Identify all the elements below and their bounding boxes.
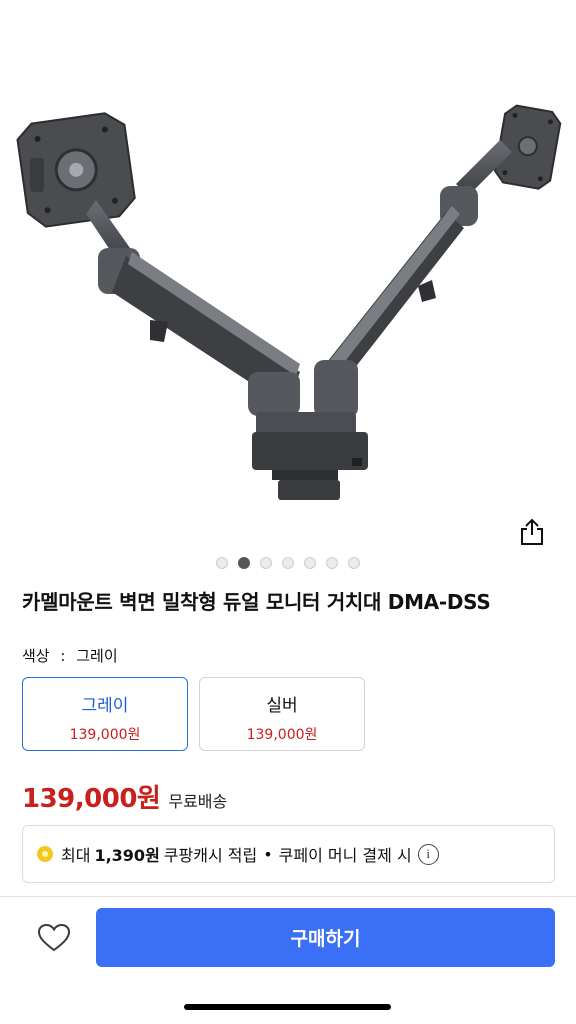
heart-icon xyxy=(37,923,71,952)
info-icon[interactable]: i xyxy=(417,843,439,865)
product-image[interactable] xyxy=(0,0,576,548)
option-gray[interactable]: 그레이 139,000원 xyxy=(22,677,188,751)
option-label: 색상 : 그레이 xyxy=(22,645,118,666)
home-indicator[interactable] xyxy=(184,1004,391,1010)
carousel-dot[interactable] xyxy=(238,557,250,569)
cash-reward-box: 최대 1,390원 쿠팡캐시 적립 • 쿠페이 머니 결제 시 i xyxy=(22,825,555,883)
buy-button[interactable]: 구매하기 xyxy=(96,908,555,967)
cash-bullet: • xyxy=(263,844,273,864)
bottom-divider xyxy=(0,896,576,897)
cash-prefix: 최대 xyxy=(61,846,91,865)
dual-monitor-arm-image xyxy=(16,104,562,500)
option-label-name: 색상 xyxy=(22,647,50,665)
carousel-dot[interactable] xyxy=(326,557,338,569)
product-title: 카멜마운트 벽면 밀착형 듀얼 모니터 거치대 DMA-DSS xyxy=(22,590,491,614)
option-name: 실버 xyxy=(266,696,298,716)
share-icon xyxy=(521,518,543,545)
option-price: 139,000원 xyxy=(69,727,141,743)
option-silver[interactable]: 실버 139,000원 xyxy=(199,677,365,751)
sale-price: 139,000원 xyxy=(22,784,161,814)
carousel-dot[interactable] xyxy=(260,557,272,569)
option-label-separator: : xyxy=(60,647,66,665)
cash-amount: 1,390원 xyxy=(94,846,160,865)
option-selected-value: 그레이 xyxy=(76,647,118,665)
coin-icon xyxy=(37,846,53,862)
cash-condition: 쿠페이 머니 결제 시 xyxy=(278,846,412,865)
carousel-dot[interactable] xyxy=(304,557,316,569)
shipping-info: 무료배송 xyxy=(168,792,228,811)
image-carousel-indicator xyxy=(0,557,576,569)
carousel-dot[interactable] xyxy=(216,557,228,569)
option-price: 139,000원 xyxy=(246,727,318,743)
share-button[interactable] xyxy=(514,514,550,550)
cash-suffix: 쿠팡캐시 적립 xyxy=(163,846,258,865)
wishlist-button[interactable] xyxy=(34,918,74,958)
price-row: 139,000원 무료배송 xyxy=(22,778,227,815)
option-name: 그레이 xyxy=(81,696,129,716)
carousel-dot[interactable] xyxy=(348,557,360,569)
carousel-dot[interactable] xyxy=(282,557,294,569)
